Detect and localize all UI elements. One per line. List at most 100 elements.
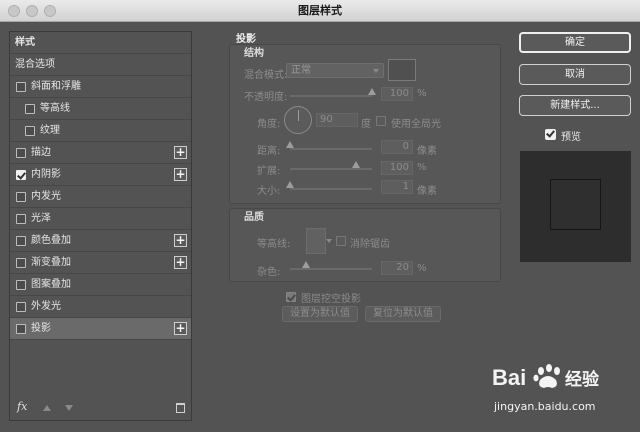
style-row[interactable]: 等高线 — [10, 98, 191, 120]
global-light-checkbox[interactable] — [376, 116, 386, 126]
noise-slider-track[interactable] — [290, 268, 372, 270]
noise-input[interactable]: 20 — [381, 261, 413, 275]
add-effect-icon[interactable]: + — [174, 322, 187, 335]
add-effect-icon[interactable]: + — [174, 168, 187, 181]
style-row[interactable]: 内发光 — [10, 186, 191, 208]
noise-label: 杂色: — [257, 267, 281, 278]
style-checkbox[interactable] — [16, 324, 26, 334]
style-label: 投影 — [31, 323, 51, 334]
reset-default-button[interactable]: 复位为默认值 — [365, 306, 441, 322]
blend-mode-select[interactable]: 正常 — [286, 63, 384, 78]
new-style-button[interactable]: 新建样式... — [519, 95, 631, 116]
anti-alias-label: 消除锯齿 — [350, 239, 390, 250]
style-checkbox[interactable] — [16, 258, 26, 268]
style-checkbox[interactable] — [25, 104, 35, 114]
style-label: 图案叠加 — [31, 279, 71, 290]
add-effect-icon[interactable]: + — [174, 256, 187, 269]
angle-unit: 度 — [361, 119, 371, 130]
style-row[interactable]: 图案叠加 — [10, 274, 191, 296]
window-titlebar: 图层样式 — [0, 0, 640, 22]
style-label: 外发光 — [31, 301, 61, 312]
style-preview — [520, 151, 631, 262]
style-label: 内阴影 — [31, 169, 61, 180]
distance-slider-thumb[interactable] — [286, 141, 294, 148]
opacity-slider-track[interactable] — [290, 95, 372, 97]
style-checkbox[interactable] — [16, 214, 26, 224]
panel-title: 投影 — [236, 34, 256, 45]
baidu-jingyan-logo: Bai 经验 — [492, 363, 632, 393]
set-default-button[interactable]: 设置为默认值 — [282, 306, 358, 322]
svg-text:经验: 经验 — [565, 369, 600, 390]
style-checkbox[interactable] — [16, 170, 26, 180]
style-label: 等高线 — [40, 103, 70, 114]
distance-slider-track[interactable] — [290, 148, 372, 150]
spread-input[interactable]: 100 — [381, 161, 413, 175]
style-label: 纹理 — [40, 125, 60, 136]
cancel-button[interactable]: 取消 — [519, 64, 631, 85]
knockout-label: 图层挖空投影 — [301, 294, 361, 305]
opacity-slider-thumb[interactable] — [368, 88, 376, 95]
opacity-label: 不透明度: — [244, 92, 288, 103]
add-effect-icon[interactable]: + — [174, 234, 187, 247]
distance-label: 距离: — [257, 146, 281, 157]
size-slider-thumb[interactable] — [286, 181, 294, 188]
window-title: 图层样式 — [298, 4, 342, 17]
preview-label: 预览 — [561, 132, 581, 143]
style-row[interactable]: 斜面和浮雕 — [10, 76, 191, 98]
distance-input[interactable]: 0 — [381, 140, 413, 154]
style-row[interactable]: 渐变叠加 + — [10, 252, 191, 274]
style-checkbox[interactable] — [16, 192, 26, 202]
style-row[interactable]: 描边 + — [10, 142, 191, 164]
noise-unit: % — [417, 263, 427, 274]
style-row[interactable]: 混合选项 — [10, 54, 191, 76]
blend-mode-label: 混合模式: — [244, 70, 288, 81]
knockout-checkbox[interactable] — [286, 292, 296, 302]
style-label: 描边 — [31, 147, 51, 158]
move-up-icon[interactable] — [43, 405, 51, 411]
svg-text:Bai: Bai — [492, 365, 526, 390]
style-row[interactable]: 光泽 — [10, 208, 191, 230]
global-light-label: 使用全局光 — [391, 119, 441, 130]
style-list-footer: fx — [10, 398, 191, 420]
opacity-input[interactable]: 100 — [381, 87, 413, 101]
spread-slider-track[interactable] — [290, 168, 372, 170]
ok-button[interactable]: 确定 — [519, 32, 631, 53]
style-checkbox[interactable] — [25, 126, 35, 136]
style-list: 样式 混合选项 斜面和浮雕 等高线 纹理 描边 + 内阴影 + 内发光 光泽 颜色叠加 + 渐变叠加 + 图案… — [9, 31, 192, 421]
distance-unit: 像素 — [417, 146, 437, 157]
style-row[interactable]: 外发光 — [10, 296, 191, 318]
style-checkbox[interactable] — [16, 302, 26, 312]
style-row[interactable]: 投影 + — [10, 318, 191, 340]
style-row[interactable]: 颜色叠加 + — [10, 230, 191, 252]
shadow-color-swatch[interactable] — [388, 59, 416, 81]
size-unit: 像素 — [417, 186, 437, 197]
style-row[interactable]: 内阴影 + — [10, 164, 191, 186]
watermark-url: jingyan.baidu.com — [494, 400, 596, 413]
style-row[interactable]: 纹理 — [10, 120, 191, 142]
style-label: 样式 — [15, 37, 35, 48]
size-slider-track[interactable] — [290, 188, 372, 190]
style-label: 斜面和浮雕 — [31, 81, 81, 92]
move-down-icon[interactable] — [65, 405, 73, 411]
spread-slider-thumb[interactable] — [352, 161, 360, 168]
noise-slider-thumb[interactable] — [302, 261, 311, 268]
size-input[interactable]: 1 — [381, 180, 413, 194]
preview-checkbox[interactable] — [545, 129, 556, 140]
angle-label: 角度: — [257, 119, 281, 130]
angle-input[interactable]: 90 — [316, 113, 358, 127]
size-label: 大小: — [257, 186, 281, 197]
style-checkbox[interactable] — [16, 148, 26, 158]
style-label: 内发光 — [31, 191, 61, 202]
style-checkbox[interactable] — [16, 280, 26, 290]
style-label: 颜色叠加 — [31, 235, 71, 246]
style-row[interactable]: 样式 — [10, 32, 191, 54]
style-checkbox[interactable] — [16, 236, 26, 246]
angle-dial[interactable] — [284, 106, 312, 134]
fx-menu-button[interactable]: fx — [17, 400, 27, 413]
preview-swatch — [550, 179, 601, 230]
trash-icon[interactable] — [176, 403, 185, 413]
anti-alias-checkbox[interactable] — [336, 236, 346, 246]
contour-picker[interactable] — [306, 228, 332, 254]
add-effect-icon[interactable]: + — [174, 146, 187, 159]
style-checkbox[interactable] — [16, 82, 26, 92]
